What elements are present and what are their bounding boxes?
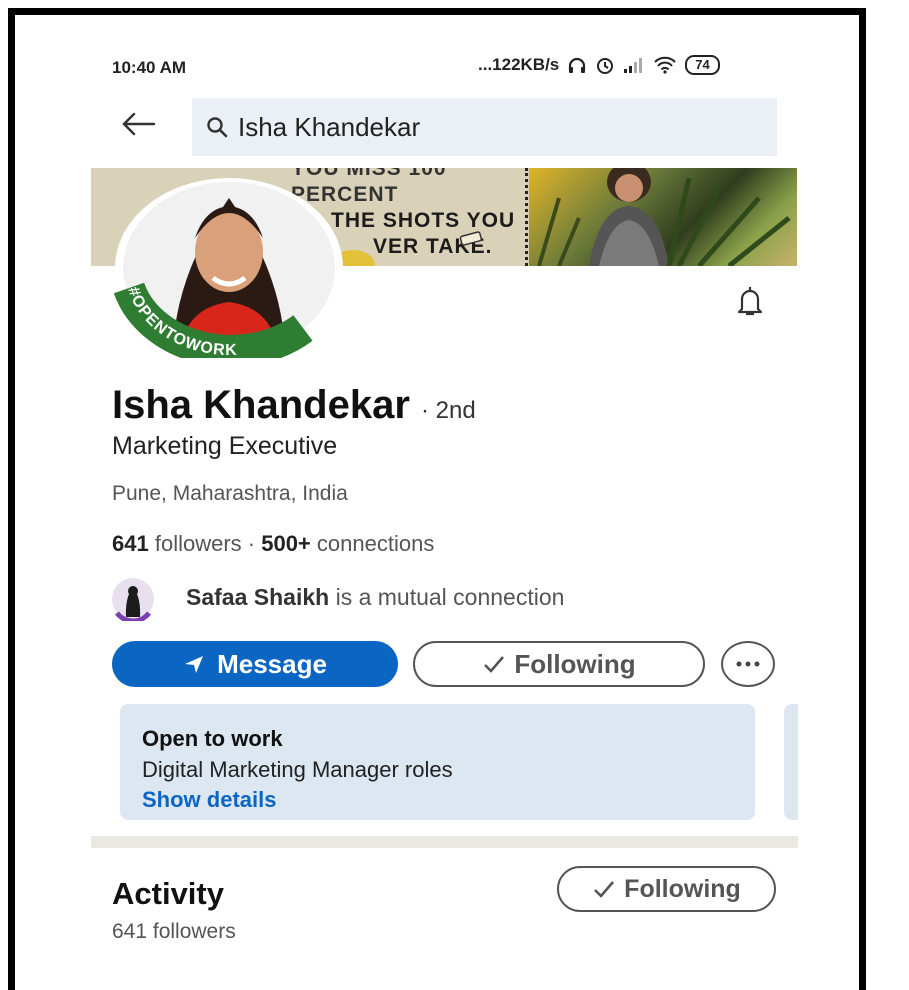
activity-followers: 641 followers [112,920,236,943]
banner-quote-line: THE SHOTS YOU [331,209,516,232]
checkmark-icon [484,656,505,673]
connection-degree: · 2nd [421,397,476,424]
mutual-connection-text[interactable]: Safaa Shaikh is a mutual connection [186,584,564,611]
profile-avatar[interactable]: #OPENTOWORK [113,178,345,367]
signal-icon [624,58,643,73]
wifi-icon [654,56,676,74]
search-query: Isha Khandekar [238,111,421,142]
battery-indicator: 74 [685,55,720,75]
following-button[interactable]: Following [413,641,705,687]
mutual-connection-avatar[interactable] [111,577,155,621]
send-icon [185,656,204,673]
profile-stats[interactable]: 641 followers · 500+ connections [112,531,434,557]
mutual-connection-name: Safaa Shaikh [186,584,330,610]
headphones-icon [569,57,586,73]
network-speed: ...122KB/s [478,55,560,74]
next-card-peek[interactable] [784,704,798,820]
more-dots-icon [736,661,760,667]
banner-photo-illustration [537,168,791,266]
mutual-connection-suffix: is a mutual connection [335,584,565,610]
avatar-photo: #OPENTOWORK [113,178,343,367]
following-button-label: Following [514,648,636,679]
banner-photo [529,168,797,266]
followers-count: 641 [112,531,149,556]
back-arrow-icon[interactable] [118,104,158,144]
profile-location: Pune, Maharashtra, India [112,482,348,505]
profile-name: Isha Khandekar · 2nd [112,383,476,428]
status-indicators: ...122KB/s 74 [478,55,720,75]
search-icon [207,117,228,138]
search-bar[interactable]: Isha Khandekar [192,98,777,156]
status-time: 10:40 AM [112,58,187,77]
checkmark-icon [594,881,615,898]
open-to-work-title: Open to work [142,726,283,751]
banner-doodle-icon [459,231,482,246]
alarm-icon [597,58,614,74]
connections-count: 500+ [261,531,311,556]
message-button-label: Message [217,648,327,679]
followers-label: followers · [154,531,256,556]
open-to-work-description: Digital Marketing Manager roles [142,757,453,782]
connections-label: connections [316,531,435,556]
activity-following-button[interactable]: Following [557,866,776,912]
activity-following-label: Following [624,874,741,903]
activity-title: Activity [112,876,224,911]
section-divider [91,836,798,848]
profile-headline: Marketing Executive [112,432,338,460]
more-options-button[interactable] [721,641,775,687]
show-details-link[interactable]: Show details [142,787,276,813]
message-button[interactable]: Message [112,641,398,687]
bell-icon[interactable] [734,283,766,319]
banner-quote-line: VER TAKE. [373,235,493,258]
profile-name-text: Isha Khandekar [112,383,410,427]
